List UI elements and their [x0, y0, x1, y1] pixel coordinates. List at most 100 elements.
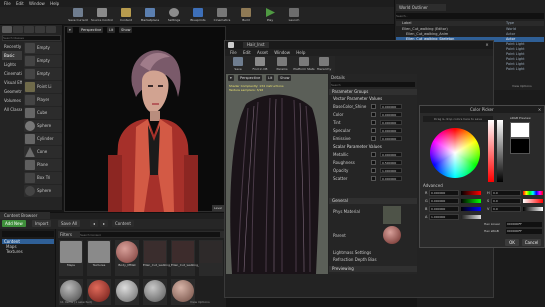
srgb-preview-checkbox[interactable]: sRGB Preview — [510, 116, 531, 120]
section-parameter-groups[interactable]: Parameter Groups — [329, 89, 417, 95]
tree-item-textures[interactable]: Textures — [6, 249, 23, 254]
place-item-plane[interactable]: Plane — [24, 159, 62, 171]
med-hierarchy-button[interactable]: Hierarchy — [313, 57, 335, 73]
color-theme-drop-area[interactable]: Drag & drop colors here to save — [423, 116, 493, 122]
alpha-gradient-slider[interactable] — [461, 215, 481, 219]
place-item-cone[interactable]: Cone — [24, 146, 62, 158]
asset-maps-folder[interactable]: Maps — [59, 240, 83, 276]
asset-walking-skeleton[interactable]: Ellen_Cut_walking_Skeleton — [171, 240, 212, 276]
place-item-empty-character[interactable]: Empty — [24, 55, 62, 67]
med-params-button[interactable]: Params — [271, 57, 293, 73]
param-override-checkbox[interactable] — [371, 160, 376, 165]
world-outliner-tab[interactable]: World Outliner — [396, 4, 446, 11]
med-lit-button[interactable]: Lit — [266, 75, 275, 81]
place-item-player-start[interactable]: Player — [24, 94, 62, 106]
saturation-slider[interactable] — [488, 120, 494, 182]
med-platform-stats-button[interactable]: Platform Stats — [293, 57, 315, 73]
path-back-button[interactable]: ◂ — [90, 220, 99, 227]
param-override-checkbox[interactable] — [371, 152, 376, 157]
folder-search-input[interactable] — [2, 231, 54, 237]
blue-value-field[interactable]: 0.000000 — [429, 206, 459, 212]
med-menu-file[interactable]: File — [230, 49, 237, 56]
outliner-view-options-button[interactable]: View Options — [512, 84, 532, 88]
blue-gradient-slider[interactable] — [461, 207, 481, 211]
toolbar-launch-button[interactable]: Launch — [283, 8, 305, 24]
close-icon[interactable]: × — [536, 106, 543, 113]
med-menu-edit[interactable]: Edit — [243, 49, 251, 56]
value-value-field[interactable]: 0.0 — [491, 206, 521, 212]
category-visual-effects[interactable]: Visual Effects — [2, 78, 22, 87]
med-menu-window[interactable]: Window — [274, 49, 290, 56]
med-find-button[interactable]: Find in CB — [249, 57, 271, 73]
toolbar-cinematics-button[interactable]: Cinematics — [211, 8, 233, 24]
ok-button[interactable]: OK — [505, 239, 519, 246]
toolbar-source-control-button[interactable]: Source Control — [91, 8, 113, 24]
category-basic[interactable]: Basic — [2, 51, 22, 60]
param-override-checkbox[interactable] — [371, 176, 376, 181]
section-general[interactable]: General — [329, 198, 417, 204]
toolbar-build-button[interactable]: Build — [235, 8, 257, 24]
asset-material-d[interactable] — [143, 279, 167, 305]
asset-textures-folder[interactable]: Textures — [87, 240, 111, 276]
param-value-field[interactable]: 0.000000 — [380, 120, 402, 125]
place-item-sphere-trigger[interactable]: Sphere — [24, 185, 62, 197]
geometry-mode-tab[interactable] — [46, 26, 56, 33]
paint-mode-tab[interactable] — [13, 26, 23, 33]
hue-value-field[interactable]: 0.0 — [491, 190, 521, 196]
category-geometry[interactable]: Geometry — [2, 87, 22, 96]
param-override-checkbox[interactable] — [371, 104, 376, 109]
med-menu-help[interactable]: Help — [296, 49, 305, 56]
med-save-button[interactable]: Save — [227, 57, 249, 73]
asset-material-c[interactable] — [115, 279, 139, 305]
place-item-sphere[interactable]: Sphere — [24, 120, 62, 132]
param-override-checkbox[interactable] — [371, 112, 376, 117]
red-value-field[interactable]: 0.000000 — [429, 190, 459, 196]
param-override-checkbox[interactable] — [371, 120, 376, 125]
saturation-value-field[interactable]: 0.0 — [491, 198, 521, 204]
toolbar-content-button[interactable]: Content — [115, 8, 137, 24]
value-slider[interactable] — [497, 120, 503, 182]
category-cinematic[interactable]: Cinematic — [2, 69, 22, 78]
add-new-button[interactable]: Add New — [2, 220, 26, 227]
asset-thumbnail[interactable] — [199, 240, 223, 276]
save-all-button[interactable]: Save All — [58, 220, 81, 227]
landscape-mode-tab[interactable] — [24, 26, 34, 33]
breadcrumb-content[interactable]: Content — [112, 220, 134, 227]
place-mode-tab[interactable] — [2, 26, 12, 33]
outliner-search-input[interactable] — [396, 13, 544, 19]
saturation-gradient-slider[interactable] — [523, 199, 543, 203]
material-details-search-input[interactable] — [331, 82, 415, 87]
place-item-box-trigger[interactable]: Box Tri — [24, 172, 62, 184]
param-value-field[interactable]: 0.500000 — [380, 160, 402, 165]
hue-gradient-slider[interactable] — [523, 191, 543, 195]
param-value-field[interactable]: 0.000000 — [380, 104, 402, 109]
place-item-cube[interactable]: Cube — [24, 107, 62, 119]
filters-button[interactable]: Filters — [60, 231, 72, 238]
color-wheel[interactable] — [430, 128, 480, 178]
param-override-checkbox[interactable] — [371, 128, 376, 133]
toolbar-marketplace-button[interactable]: Marketplace — [139, 8, 161, 24]
path-forward-button[interactable]: ▸ — [100, 220, 109, 227]
toolbar-save-button[interactable]: Save Current — [67, 8, 89, 24]
param-value-field[interactable]: 0.000000 — [380, 176, 402, 181]
toolbar-play-button[interactable]: Play — [259, 8, 281, 24]
value-gradient-slider[interactable] — [523, 207, 543, 211]
import-button[interactable]: Import — [32, 220, 52, 227]
viewport-perspective-button[interactable]: Perspective — [79, 27, 104, 33]
green-gradient-slider[interactable] — [461, 199, 481, 203]
toolbar-blueprints-button[interactable]: Blueprints — [187, 8, 209, 24]
param-override-checkbox[interactable] — [371, 136, 376, 141]
category-all-classes[interactable]: All Classes — [2, 105, 22, 114]
param-override-checkbox[interactable] — [371, 168, 376, 173]
content-search-input[interactable] — [80, 232, 220, 237]
modes-search-input[interactable] — [2, 35, 61, 41]
place-item-empty-actor[interactable]: Empty — [24, 42, 62, 54]
param-value-field[interactable]: 0.000000 — [380, 112, 402, 117]
hex-linear-field[interactable]: 000000FF — [506, 222, 542, 227]
close-icon[interactable]: × — [483, 41, 491, 49]
menu-help[interactable]: Help — [50, 0, 59, 7]
place-item-cylinder[interactable]: Cylinder — [24, 133, 62, 145]
hex-srgb-field[interactable]: 000000FF — [506, 229, 542, 234]
parent-material-thumbnail[interactable] — [383, 226, 401, 244]
category-recently-placed[interactable]: Recently Placed — [2, 42, 22, 51]
